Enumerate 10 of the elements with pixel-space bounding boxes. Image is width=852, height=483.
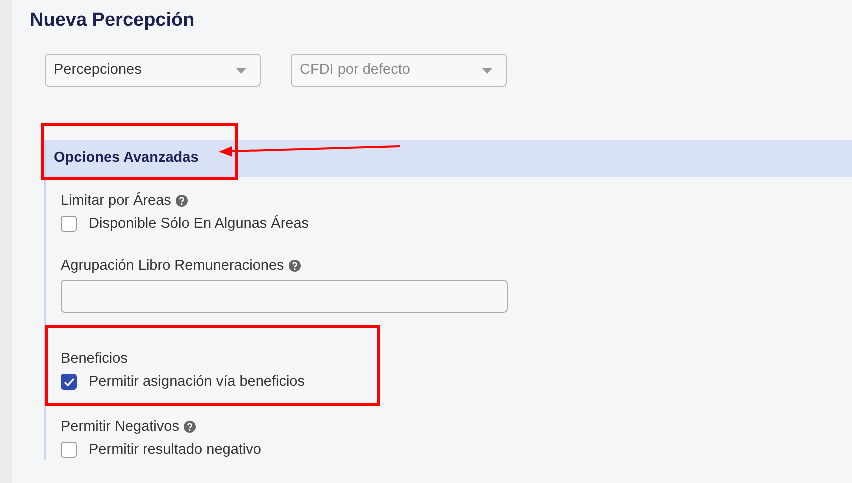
dropdown[interactable]: Percepciones [45, 54, 261, 87]
field-label: Agrupación Libro Remuneraciones [61, 257, 284, 276]
checkbox-label[interactable]: Permitir resultado negativo [89, 440, 262, 460]
section-title: Opciones Avanzadas [54, 150, 199, 168]
checkbox-label[interactable]: Permitir asignación vía beneficios [89, 372, 305, 392]
page-title: Nueva Percepción [30, 9, 196, 33]
checkbox-label[interactable]: Disponible Sólo En Algunas Áreas [89, 214, 310, 234]
field-label: Beneficios [61, 350, 128, 369]
field-label: Limitar por Áreas [61, 191, 172, 211]
field-label: Permitir Negativos [61, 418, 180, 437]
